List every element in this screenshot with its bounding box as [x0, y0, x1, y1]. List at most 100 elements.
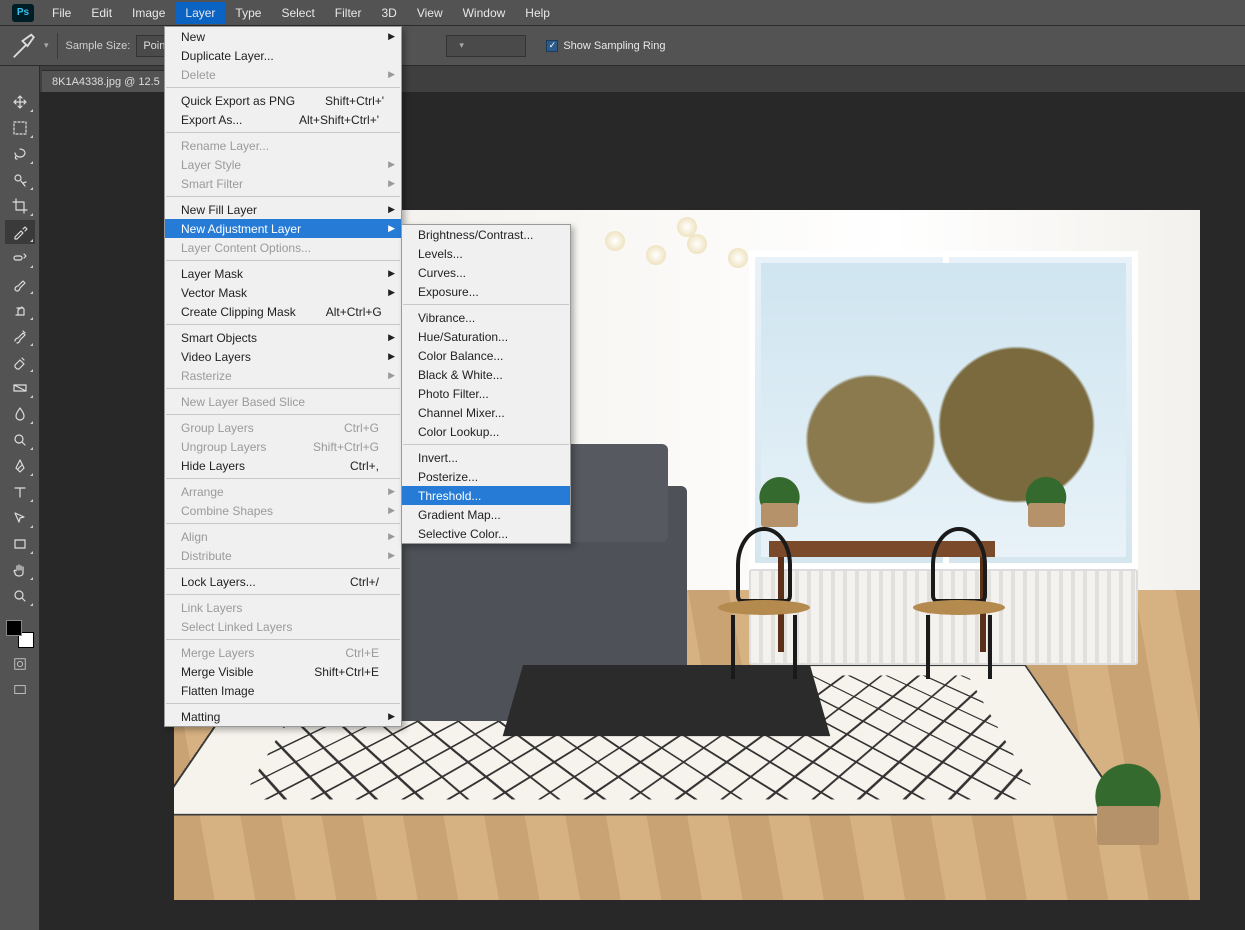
menu-item-label: Rename Layer... — [181, 139, 269, 153]
menu-edit[interactable]: Edit — [81, 2, 122, 24]
dodge-tool[interactable] — [5, 428, 35, 452]
adjust-menu-color-balance[interactable]: Color Balance... — [402, 346, 570, 365]
gradient-tool[interactable] — [5, 376, 35, 400]
menu-layer[interactable]: Layer — [175, 2, 225, 24]
document-tab[interactable]: 8K1A4338.jpg @ 12.5 — [42, 70, 170, 92]
adjust-menu-hue-saturation[interactable]: Hue/Saturation... — [402, 327, 570, 346]
adjust-menu-posterize[interactable]: Posterize... — [402, 467, 570, 486]
blur-tool[interactable] — [5, 402, 35, 426]
layer-menu-distribute: Distribute▶ — [165, 546, 401, 565]
adjust-menu-vibrance[interactable]: Vibrance... — [402, 308, 570, 327]
adjust-menu-photo-filter[interactable]: Photo Filter... — [402, 384, 570, 403]
show-ring-checkbox[interactable]: ✓ — [546, 40, 558, 52]
layer-menu-ungroup-layers: Ungroup LayersShift+Ctrl+G — [165, 437, 401, 456]
adjust-menu-selective-color[interactable]: Selective Color... — [402, 524, 570, 543]
submenu-arrow-icon: ▶ — [388, 178, 395, 189]
menu-item-label: Color Lookup... — [418, 425, 499, 439]
adjust-menu-gradient-map[interactable]: Gradient Map... — [402, 505, 570, 524]
layer-menu-new[interactable]: New▶ — [165, 27, 401, 46]
adjust-menu-brightness-contrast[interactable]: Brightness/Contrast... — [402, 225, 570, 244]
layer-menu-merge-visible[interactable]: Merge VisibleShift+Ctrl+E — [165, 662, 401, 681]
adjust-menu-levels[interactable]: Levels... — [402, 244, 570, 263]
lasso-tool[interactable] — [5, 142, 35, 166]
submenu-arrow-icon: ▶ — [388, 159, 395, 170]
clone-stamp-tool[interactable] — [5, 298, 35, 322]
menu-item-label: Arrange — [181, 485, 224, 499]
menu-item-label: Black & White... — [418, 368, 503, 382]
path-select-tool[interactable] — [5, 506, 35, 530]
layer-menu-video-layers[interactable]: Video Layers▶ — [165, 347, 401, 366]
quick-mask-button[interactable] — [8, 654, 32, 674]
history-brush-tool[interactable] — [5, 324, 35, 348]
layer-menu-export-as[interactable]: Export As...Alt+Shift+Ctrl+' — [165, 110, 401, 129]
spot-heal-tool[interactable] — [5, 246, 35, 270]
menu-type[interactable]: Type — [225, 2, 271, 24]
pen-tool[interactable] — [5, 454, 35, 478]
menu-view[interactable]: View — [407, 2, 453, 24]
adjust-menu-color-lookup[interactable]: Color Lookup... — [402, 422, 570, 441]
menu-bar: Ps FileEditImageLayerTypeSelectFilter3DV… — [0, 0, 1245, 26]
layer-menu-new-fill-layer[interactable]: New Fill Layer▶ — [165, 200, 401, 219]
menu-item-label: Export As... — [181, 113, 242, 127]
menu-image[interactable]: Image — [122, 2, 175, 24]
screen-mode-button[interactable] — [8, 680, 32, 700]
adjust-menu-threshold[interactable]: Threshold... — [402, 486, 570, 505]
menu-select[interactable]: Select — [271, 2, 324, 24]
menu-item-shortcut: Alt+Ctrl+G — [296, 305, 382, 319]
layer-menu-layer-content-options: Layer Content Options... — [165, 238, 401, 257]
layer-menu-vector-mask[interactable]: Vector Mask ▶ — [165, 283, 401, 302]
menu-item-label: Levels... — [418, 247, 463, 261]
adjust-menu-black-white[interactable]: Black & White... — [402, 365, 570, 384]
hand-tool[interactable] — [5, 558, 35, 582]
foreground-color-swatch[interactable] — [6, 620, 22, 636]
adjust-menu-curves[interactable]: Curves... — [402, 263, 570, 282]
sample-dropdown[interactable] — [446, 35, 526, 57]
adjust-menu-invert[interactable]: Invert... — [402, 448, 570, 467]
submenu-arrow-icon: ▶ — [388, 223, 395, 234]
layer-menu-create-clipping-mask[interactable]: Create Clipping MaskAlt+Ctrl+G — [165, 302, 401, 321]
menu-item-label: Vector Mask — [181, 286, 247, 300]
current-tool-icon[interactable] — [10, 31, 40, 61]
crop-tool[interactable] — [5, 194, 35, 218]
eraser-tool[interactable] — [5, 350, 35, 374]
brush-tool[interactable] — [5, 272, 35, 296]
submenu-arrow-icon: ▶ — [388, 204, 395, 215]
menu-window[interactable]: Window — [453, 2, 516, 24]
menu-file[interactable]: File — [42, 2, 81, 24]
marquee-tool[interactable] — [5, 116, 35, 140]
sample-size-label: Sample Size: — [66, 40, 131, 52]
layer-menu-link-layers: Link Layers — [165, 598, 401, 617]
menu-help[interactable]: Help — [515, 2, 560, 24]
rectangle-tool[interactable] — [5, 532, 35, 556]
adjust-menu-exposure[interactable]: Exposure... — [402, 282, 570, 301]
menu-item-label: Selective Color... — [418, 527, 508, 541]
type-tool[interactable] — [5, 480, 35, 504]
quick-select-tool[interactable] — [5, 168, 35, 192]
menu-item-label: Color Balance... — [418, 349, 503, 363]
zoom-tool[interactable] — [5, 584, 35, 608]
color-swatches[interactable] — [6, 620, 34, 648]
layer-menu-smart-objects[interactable]: Smart Objects▶ — [165, 328, 401, 347]
layer-menu-hide-layers[interactable]: Hide LayersCtrl+, — [165, 456, 401, 475]
layer-menu-duplicate-layer[interactable]: Duplicate Layer... — [165, 46, 401, 65]
menu-item-label: Create Clipping Mask — [181, 305, 296, 319]
menu-3d[interactable]: 3D — [371, 2, 406, 24]
eyedropper-tool[interactable] — [5, 220, 35, 244]
layer-menu-flatten-image[interactable]: Flatten Image — [165, 681, 401, 700]
layer-menu-matting[interactable]: Matting▶ — [165, 707, 401, 726]
layer-menu-arrange: Arrange▶ — [165, 482, 401, 501]
move-tool[interactable] — [5, 90, 35, 114]
menu-filter[interactable]: Filter — [325, 2, 372, 24]
menu-item-label: Hide Layers — [181, 459, 245, 473]
layer-menu-new-adjustment-layer[interactable]: New Adjustment Layer▶ — [165, 219, 401, 238]
layer-menu-rasterize: Rasterize▶ — [165, 366, 401, 385]
layer-menu-quick-export-as-png[interactable]: Quick Export as PNGShift+Ctrl+' — [165, 91, 401, 110]
menu-item-label: Smart Filter — [181, 177, 243, 191]
menu-item-label: Exposure... — [418, 285, 479, 299]
submenu-arrow-icon: ▶ — [388, 287, 395, 298]
adjust-menu-channel-mixer[interactable]: Channel Mixer... — [402, 403, 570, 422]
submenu-arrow-icon: ▶ — [388, 31, 395, 42]
layer-menu-lock-layers[interactable]: Lock Layers...Ctrl+/ — [165, 572, 401, 591]
layer-menu-layer-mask[interactable]: Layer Mask▶ — [165, 264, 401, 283]
submenu-arrow-icon: ▶ — [388, 268, 395, 279]
